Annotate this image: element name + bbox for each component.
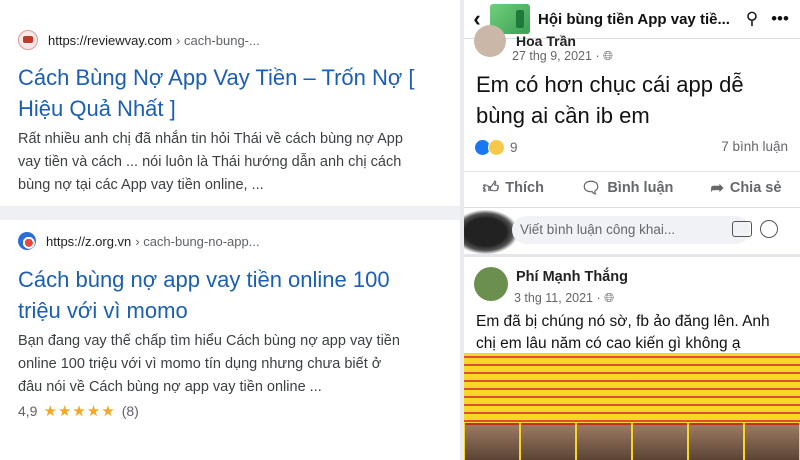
result-divider: [0, 206, 460, 220]
result-snippet: Rất nhiều anh chị đã nhắn tin hỏi Thái v…: [18, 128, 448, 197]
snippet-line: Bạn đang vay thế chấp tìm hiểu Cách bùng…: [18, 333, 400, 349]
photo-thumbnail: [465, 423, 519, 460]
post-text-line: bùng ai cần ib em: [476, 103, 650, 128]
comment-input[interactable]: Viết bình luận công khai...: [512, 216, 750, 244]
comment-composer: Viết bình luận công khai...: [464, 207, 800, 254]
comment-label: Bình luận: [607, 180, 674, 196]
photo-thumbnail: [745, 423, 799, 460]
result-domain: https://z.org.vn: [46, 233, 132, 249]
group-post: Hoa Trần 27 thg 9, 2021 · 🌐︎ Em có hơn c…: [464, 25, 800, 207]
photo-thumbnail: [521, 423, 575, 460]
site-favicon-icon: [18, 30, 38, 50]
post-text: Em có hơn chục cái app dễ bùng ai cần ib…: [476, 69, 796, 131]
photo-thumbnail: [689, 423, 743, 460]
facebook-group-panel: ‹ Hội bùng tiền App vay tiề... ⚲ ••• Hoa…: [464, 0, 800, 460]
author-avatar[interactable]: [474, 25, 506, 57]
emoji-icon[interactable]: [760, 220, 778, 238]
search-icon[interactable]: ⚲: [738, 9, 766, 29]
post-author[interactable]: Phí Mạnh Thắng: [516, 269, 628, 285]
result-title-link[interactable]: Cách Bùng Nợ App Vay Tiền – Trốn Nợ [ Hi…: [18, 62, 448, 124]
snippet-line: vay tiền và cách ... nói luôn là Thái hư…: [18, 154, 402, 170]
result-source: https://reviewvay.com › cach-bung-...: [18, 30, 260, 50]
post-author[interactable]: Hoa Trần: [516, 33, 576, 49]
share-icon: ➦: [710, 180, 724, 197]
comment-button[interactable]: 🗨︎ Bình luận: [581, 178, 673, 198]
result-snippet: Bạn đang vay thế chấp tìm hiểu Cách bùng…: [18, 330, 448, 399]
post-date-text: 27 thg 9, 2021 ·: [512, 49, 604, 63]
post-text-line: Em đã bị chúng nó sờ, fb ảo đăng lên. An…: [476, 313, 770, 330]
group-post: Phí Mạnh Thắng 3 thg 11, 2021 · 🌐︎ Em đã…: [464, 257, 800, 460]
post-date: 27 thg 9, 2021 · 🌐︎: [512, 49, 613, 64]
like-label: Thích: [505, 180, 544, 196]
comment-icon: 🗨︎: [581, 180, 602, 197]
flyer-photos: [464, 423, 800, 460]
snippet-line: Rất nhiều anh chị đã nhắn tin hỏi Thái v…: [18, 131, 403, 147]
share-button[interactable]: ➦ Chia sẻ: [710, 178, 781, 198]
search-result[interactable]: https://z.org.vn › cach-bung-no-app... C…: [0, 220, 460, 460]
comment-count-link[interactable]: 7 bình luận: [721, 139, 788, 154]
globe-icon: 🌐︎: [604, 291, 615, 305]
like-button[interactable]: 👍︎ Thích: [483, 179, 544, 198]
group-name[interactable]: Hội bùng tiền App vay tiề...: [538, 11, 738, 28]
result-path: › cach-bung-no-app...: [135, 233, 260, 249]
camera-icon[interactable]: [732, 221, 752, 237]
star-rating-icon: ★★★★★: [43, 403, 116, 420]
globe-icon: 🌐︎: [603, 49, 614, 63]
result-title-line[interactable]: triệu với vì momo: [18, 295, 448, 326]
result-title-line[interactable]: Cách bùng nợ app vay tiền online 100: [18, 264, 448, 295]
sad-reaction-icon: [488, 139, 505, 156]
snippet-line: online 100 triệu với vì momo tín dụng nh…: [18, 356, 382, 372]
post-text-line: chị em lâu năm có cao kiến gì không ạ: [476, 335, 741, 352]
flyer-text-area: [464, 353, 800, 423]
more-icon[interactable]: •••: [766, 9, 794, 29]
site-favicon-icon: [18, 232, 36, 250]
photo-thumbnail: [633, 423, 687, 460]
group-header: ‹ Hội bùng tiền App vay tiề... ⚲ •••: [464, 0, 800, 39]
rating-count: (8): [121, 403, 139, 419]
author-avatar[interactable]: [474, 267, 508, 301]
thumbs-up-icon: 👍︎: [482, 179, 500, 197]
result-source: https://z.org.vn › cach-bung-no-app...: [18, 232, 260, 250]
post-text: Em đã bị chúng nó sờ, fb ảo đăng lên. An…: [476, 311, 794, 355]
post-date-text: 3 thg 11, 2021 ·: [514, 291, 605, 305]
share-label: Chia sẻ: [729, 180, 782, 196]
rating-value: 4,9: [18, 403, 38, 419]
post-text-line: Em có hơn chục cái app dễ: [476, 72, 744, 97]
result-path: › cach-bung-...: [176, 32, 260, 48]
result-title-line[interactable]: Hiệu Quả Nhất ]: [18, 93, 448, 124]
search-result[interactable]: https://reviewvay.com › cach-bung-... Cá…: [0, 0, 460, 206]
reaction-summary[interactable]: 9: [474, 139, 518, 156]
post-image[interactable]: [464, 353, 800, 460]
snippet-line: đâu nói về Cách bùng nợ app vay tiền onl…: [18, 379, 322, 395]
result-title-line[interactable]: Cách Bùng Nợ App Vay Tiền – Trốn Nợ [: [18, 62, 448, 93]
search-results-panel: https://reviewvay.com › cach-bung-... Cá…: [0, 0, 460, 460]
result-rating: 4,9 ★★★★★ (8): [18, 402, 139, 420]
result-domain: https://reviewvay.com: [48, 32, 173, 48]
redacted-avatar: [464, 210, 518, 254]
result-title-link[interactable]: Cách bùng nợ app vay tiền online 100 tri…: [18, 264, 448, 326]
photo-thumbnail: [577, 423, 631, 460]
post-date: 3 thg 11, 2021 · 🌐︎: [514, 291, 614, 306]
reaction-count: 9: [510, 140, 518, 155]
post-actions: 👍︎ Thích 🗨︎ Bình luận ➦ Chia sẻ: [464, 171, 800, 204]
snippet-line: bùng nợ tại các App vay tiền online, ...: [18, 177, 264, 193]
